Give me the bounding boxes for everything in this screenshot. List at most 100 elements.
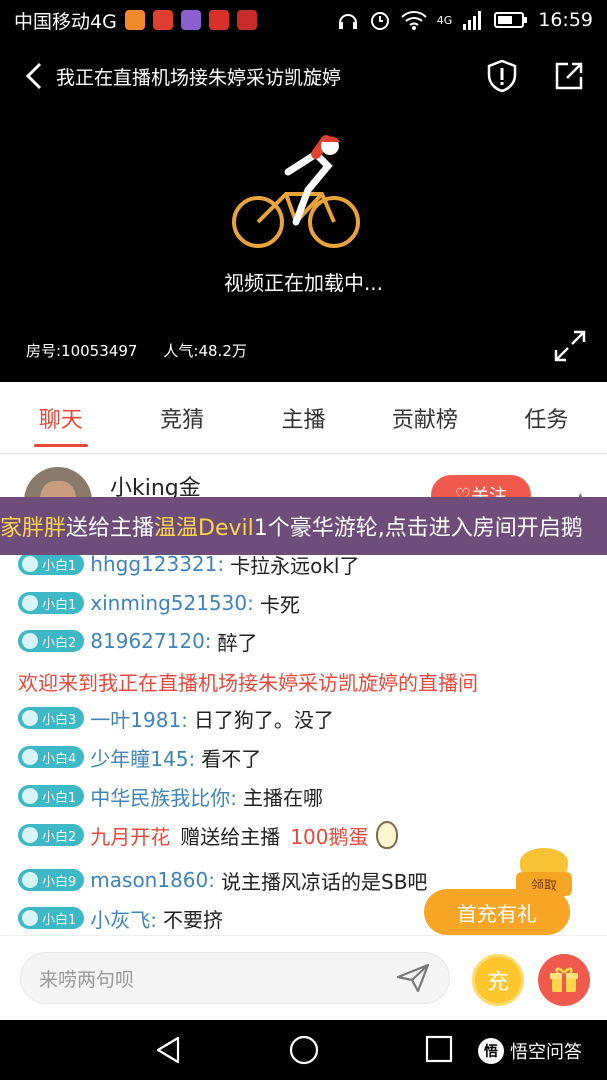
wukong-logo-icon: 悟 <box>478 1038 504 1064</box>
level-badge: 小白1 <box>18 592 85 614</box>
level-badge: 小白1 <box>18 907 85 929</box>
chat-input[interactable]: 来唠两句呗 <box>20 952 450 1004</box>
stream-title: 我正在直播机场接朱婷采访凯旋婷 <box>56 66 342 89</box>
tab-guess[interactable]: 竞猜 <box>121 382 242 453</box>
huawei-notification-icon <box>236 10 257 30</box>
banner-text: 送给主播 <box>66 516 155 541</box>
send-icon[interactable] <box>396 963 430 993</box>
chat-text: 看不了 <box>201 746 262 771</box>
room-number: 房号:10053497 <box>26 342 138 360</box>
gift-message: 小白2 九月开花 赠送给主播 100鹅蛋 <box>18 820 399 850</box>
share-button[interactable] <box>551 54 587 98</box>
chat-text: 醉了 <box>217 630 258 655</box>
badge-icon <box>22 910 38 926</box>
badge-icon <box>22 633 38 649</box>
battery-icon <box>494 12 528 28</box>
chat-text: 不要挤 <box>163 907 224 932</box>
banner-anchor: 温温Devil <box>154 516 254 541</box>
chat-user[interactable]: 一叶1981: <box>90 704 188 733</box>
share-icon <box>555 62 583 90</box>
fullscreen-icon[interactable] <box>552 328 588 364</box>
nav-home-icon[interactable] <box>288 1034 320 1066</box>
clock: 16:59 <box>538 9 593 31</box>
wifi-icon <box>400 11 427 30</box>
tab-contribution[interactable]: 贡献榜 <box>364 382 485 453</box>
nav-back-icon[interactable] <box>152 1034 184 1066</box>
chat-message: 小白3 一叶1981: 日了狗了。没了 <box>18 703 334 733</box>
alarm-icon <box>370 12 389 30</box>
chat-text: 主播在哪 <box>243 785 324 810</box>
level-badge: 小白4 <box>18 746 85 768</box>
watermark-text: 悟空问答 <box>510 1042 582 1063</box>
chat-text: 说主播风凉话的是SB吧 <box>221 869 428 894</box>
loading-text: 视频正在加载中... <box>223 271 384 295</box>
level-badge: 小白1 <box>18 555 85 575</box>
badge-icon <box>22 556 38 572</box>
chat-user[interactable]: hhgg123321: <box>90 555 224 576</box>
weibo-notification-icon <box>152 10 173 30</box>
chat-text: 日了狗了。没了 <box>193 707 334 732</box>
app-notification-icon <box>124 10 145 30</box>
level-badge: 小白2 <box>18 630 85 652</box>
gift-icon <box>550 967 578 992</box>
chat-message: 小白1 小灰飞: 不要挤 <box>18 903 223 933</box>
gift-broadcast-banner[interactable]: 家胖胖 送给主播 温温Devil 1个豪华游轮,点击进入房间开启鹅 <box>0 497 607 555</box>
chat-message: 小白1 中华民族我比你: 主播在哪 <box>18 781 323 811</box>
player-top-bar: 我正在直播机场接朱婷采访凯旋婷 <box>0 54 607 98</box>
carrier-label: 中国移动4G <box>14 10 117 33</box>
chat-user[interactable]: xinming521530: <box>90 591 254 615</box>
level-badge: 小白3 <box>18 707 85 729</box>
room-info: 房号:10053497 人气:48.2万 <box>26 340 247 361</box>
egg-gift-icon <box>376 821 399 849</box>
chat-message: 小白1 hhgg123321: 卡拉永远okl了 <box>18 555 359 579</box>
back-button[interactable] <box>14 54 54 98</box>
chat-text: 卡拉永远okl了 <box>230 555 360 578</box>
cyclist-loading-icon <box>232 135 360 248</box>
system-nav-bar: 悟 悟空问答 <box>0 1020 607 1080</box>
chat-user[interactable]: 中华民族我比你: <box>90 782 237 811</box>
badge-icon <box>22 595 38 611</box>
welcome-message: 欢迎来到我正在直播机场接朱婷采访凯旋婷的直播间 <box>18 671 478 695</box>
chat-text: 赠送给主播 <box>180 824 281 849</box>
tab-tasks[interactable]: 任务 <box>486 382 607 453</box>
video-player[interactable]: 我正在直播机场接朱婷采访凯旋婷 视频正在加载中... 房号:10053497 人… <box>0 40 607 382</box>
nav-recent-apps-icon[interactable] <box>424 1034 454 1064</box>
badge-icon <box>22 710 38 726</box>
chat-user[interactable]: 少年瞳145: <box>90 743 195 772</box>
chat-message: 小白1 xinming521530: 卡死 <box>18 588 300 618</box>
app-notification-icon <box>180 10 201 30</box>
chat-user[interactable]: 九月开花 <box>90 821 170 850</box>
chat-user[interactable]: 小灰飞: <box>90 904 157 933</box>
chat-user[interactable]: 819627120: <box>90 629 211 653</box>
tab-chat[interactable]: 聊天 <box>0 382 121 453</box>
badge-icon <box>22 872 38 888</box>
gift-button[interactable] <box>538 954 590 1006</box>
banner-text: 1个豪华游轮,点击进入房间开启鹅 <box>253 516 583 541</box>
chevron-left-icon <box>25 62 42 90</box>
first-charge-button[interactable]: 首充有礼 <box>424 889 570 935</box>
headphone-icon <box>338 14 357 29</box>
tab-bar: 聊天 竞猜 主播 贡献榜 任务 <box>0 382 607 454</box>
news-notification-icon <box>208 10 229 30</box>
network-type-label: 4G <box>436 13 453 27</box>
watermark: 悟 悟空问答 <box>478 1038 582 1064</box>
level-badge: 小白1 <box>18 785 85 807</box>
report-button[interactable] <box>484 54 520 98</box>
chat-text: 卡死 <box>259 592 300 617</box>
recharge-button[interactable]: 充 <box>472 954 524 1006</box>
popularity-count: 人气:48.2万 <box>163 342 247 360</box>
tab-anchor[interactable]: 主播 <box>243 382 364 453</box>
banner-sender: 家胖胖 <box>0 516 67 541</box>
anchor-info: 小king金 ♡关注 ▲ <box>0 455 607 535</box>
gift-amount: 100鹅蛋 <box>290 824 369 849</box>
badge-icon <box>22 749 38 765</box>
badge-icon <box>22 788 38 804</box>
level-badge: 小白2 <box>18 824 85 846</box>
chat-message: 小白9 mason1860: 说主播风凉话的是SB吧 <box>18 865 427 895</box>
chat-user[interactable]: mason1860: <box>90 868 215 892</box>
signal-icon <box>463 11 482 30</box>
chat-input-bar: 来唠两句呗 充 <box>0 935 607 1020</box>
shield-icon <box>487 59 517 93</box>
badge-icon <box>22 827 38 843</box>
status-bar: 中国移动4G 4G 16:59 <box>0 0 607 40</box>
